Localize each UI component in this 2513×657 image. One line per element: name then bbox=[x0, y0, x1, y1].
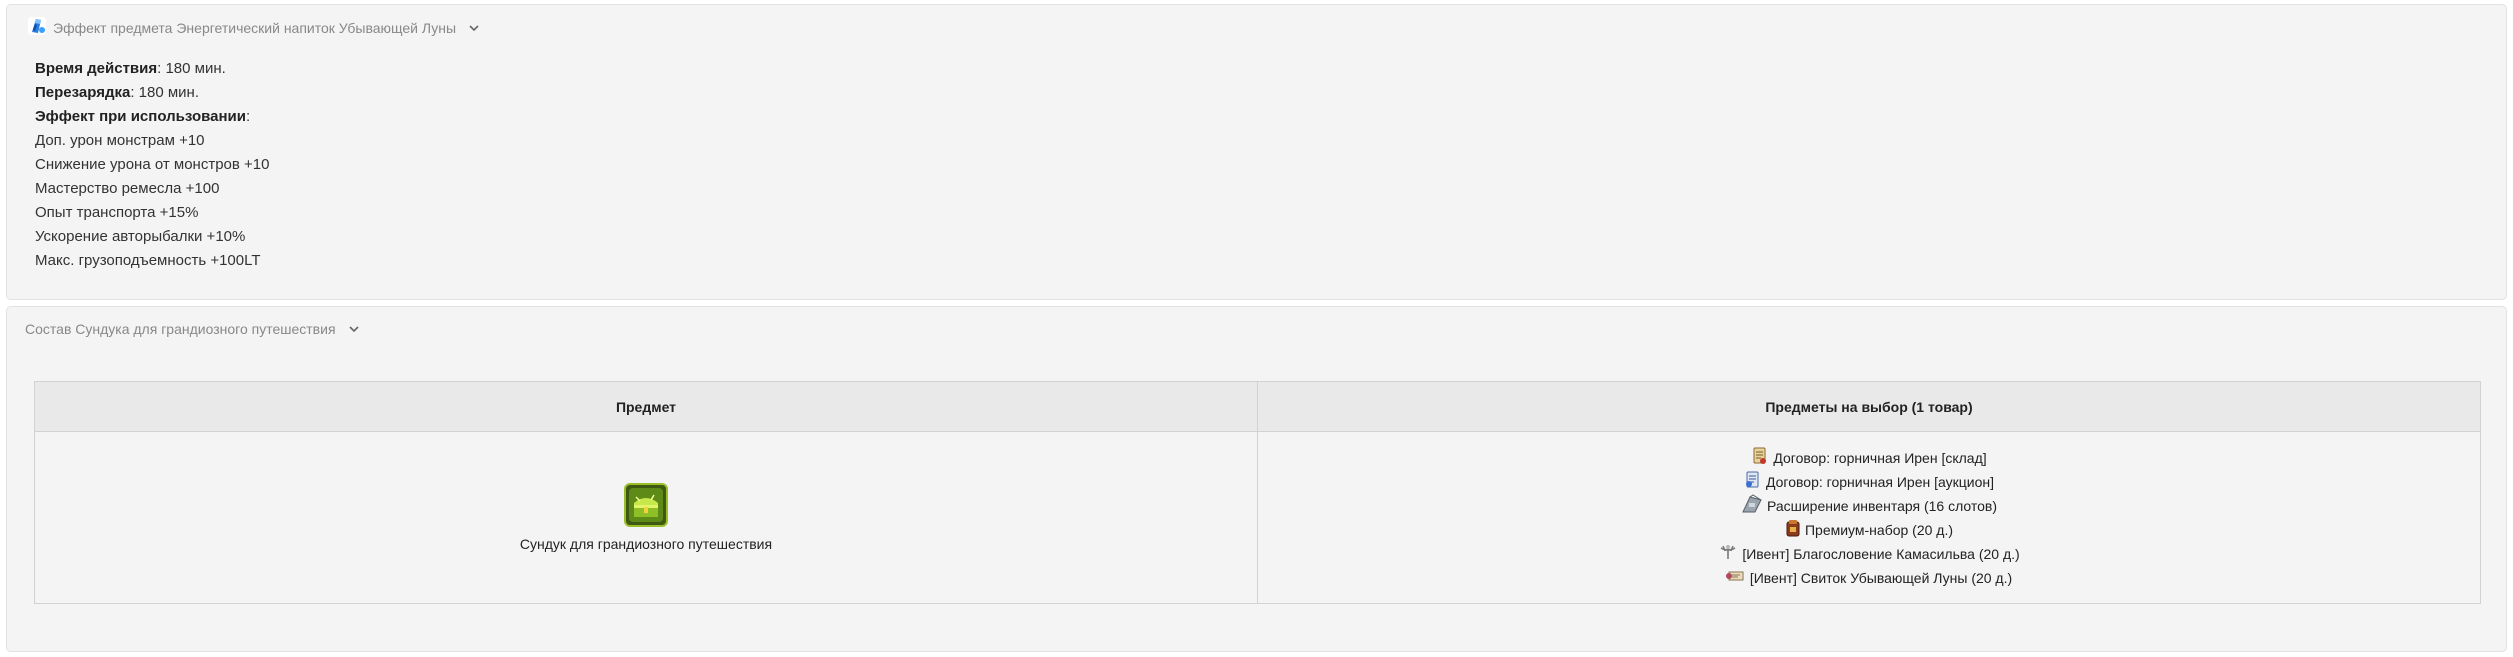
item-effect-panel: Эффект предмета Энергетический напиток У… bbox=[6, 4, 2507, 300]
contract-scroll-icon bbox=[1751, 447, 1769, 469]
choice-label: Договор: горничная Ирен [склад] bbox=[1773, 449, 1987, 466]
use-effect-line: Эффект при использовании: bbox=[35, 105, 269, 129]
list-item[interactable]: Договор: горничная Ирен [аукцион] bbox=[1744, 471, 1994, 493]
choice-label: Расширение инвентаря (16 слотов) bbox=[1766, 497, 1998, 514]
choices-cell: Договор: горничная Ирен [склад] Договор:… bbox=[1257, 431, 2481, 604]
premium-set-icon bbox=[1785, 519, 1801, 541]
cooldown-value: : 180 мин. bbox=[130, 84, 199, 101]
chest-contents-title: Состав Сундука для грандиозного путешест… bbox=[25, 321, 336, 337]
item-cell: Сундук для грандиозного путешествия bbox=[34, 431, 1258, 604]
item-effect-details: Время действия: 180 мин. Перезарядка: 18… bbox=[35, 57, 269, 273]
list-item[interactable]: Договор: горничная Ирен [склад] bbox=[1751, 447, 1987, 469]
cooldown-label: Перезарядка bbox=[35, 84, 131, 101]
table-header-row: Предмет Предметы на выбор (1 товар) bbox=[34, 381, 2481, 432]
effect-stat: Опыт транспорта +15% bbox=[35, 204, 199, 221]
choice-label: Премиум-набор (20 д.) bbox=[1804, 521, 1954, 538]
item-name[interactable]: Сундук для грандиозного путешествия bbox=[520, 536, 772, 552]
choice-label: [Ивент] Благословение Камасильва (20 д.) bbox=[1742, 545, 2020, 562]
chevron-down-icon[interactable] bbox=[466, 20, 482, 36]
chest-contents-panel: Состав Сундука для грандиозного путешест… bbox=[6, 306, 2507, 652]
column-header-choices: Предметы на выбор (1 товар) bbox=[1257, 381, 2481, 432]
effect-stat: Ускорение авторыбалки +10% bbox=[35, 228, 246, 245]
list-item[interactable]: Расширение инвентаря (16 слотов) bbox=[1741, 493, 1998, 518]
inventory-expansion-icon bbox=[1741, 493, 1763, 518]
chest-contents-header[interactable]: Состав Сундука для грандиозного путешест… bbox=[25, 316, 362, 342]
blue-potion-icon bbox=[27, 16, 47, 40]
column-header-item: Предмет bbox=[34, 381, 1258, 432]
chest-contents-table: Предмет Предметы на выбор (1 товар) Сунд… bbox=[34, 381, 2481, 604]
scroll-icon bbox=[1725, 569, 1746, 587]
effect-stat: Снижение урона от монстров +10 bbox=[35, 156, 270, 173]
item-effect-title: Эффект предмета Энергетический напиток У… bbox=[53, 20, 457, 36]
list-item[interactable]: [Ивент] Свиток Убывающей Луны (20 д.) bbox=[1725, 569, 2013, 587]
list-item[interactable]: Премиум-набор (20 д.) bbox=[1785, 519, 1954, 541]
choice-label: Договор: горничная Ирен [аукцион] bbox=[1766, 473, 1994, 490]
item-effect-header[interactable]: Эффект предмета Энергетический напиток У… bbox=[27, 15, 482, 41]
use-effect-label: Эффект при использовании bbox=[35, 108, 246, 125]
contract-auction-icon bbox=[1744, 471, 1762, 493]
use-effect-suffix: : bbox=[245, 108, 251, 125]
effect-stat: Макс. грузоподъемность +100LT bbox=[35, 252, 261, 269]
list-item[interactable]: [Ивент] Благословение Камасильва (20 д.) bbox=[1718, 543, 2020, 565]
duration-value: : 180 мин. bbox=[157, 60, 226, 77]
effect-stat: Доп. урон монстрам +10 bbox=[35, 132, 205, 149]
effect-stat: Мастерство ремесла +100 bbox=[35, 180, 220, 197]
cooldown-line: Перезарядка: 180 мин. bbox=[35, 81, 269, 105]
green-chest-icon[interactable] bbox=[624, 483, 668, 530]
chevron-down-icon[interactable] bbox=[346, 321, 362, 337]
table-row: Сундук для грандиозного путешествия Дого… bbox=[34, 431, 2481, 604]
choice-label: [Ивент] Свиток Убывающей Луны (20 д.) bbox=[1749, 569, 2013, 586]
duration-label: Время действия bbox=[35, 60, 158, 77]
blessing-icon bbox=[1718, 543, 1738, 565]
duration-line: Время действия: 180 мин. bbox=[35, 57, 269, 81]
